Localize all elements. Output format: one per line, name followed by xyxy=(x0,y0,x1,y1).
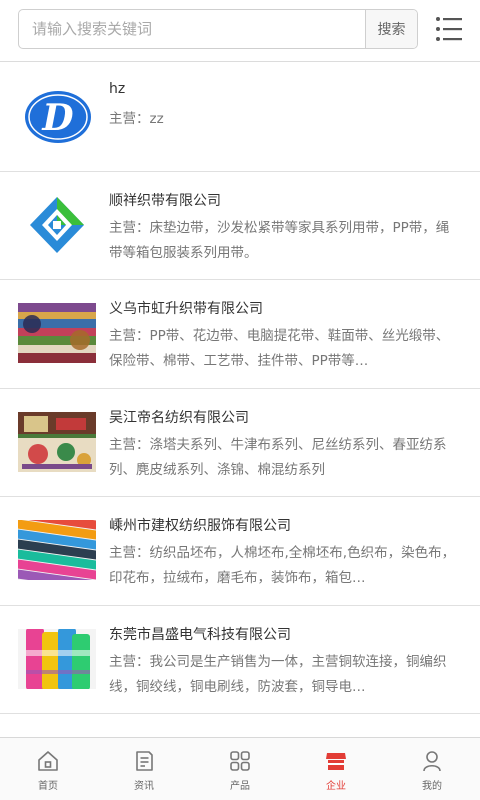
company-item[interactable]: D hz 主营：zz xyxy=(0,63,480,172)
nav-label: 产品 xyxy=(230,781,250,792)
news-icon xyxy=(136,751,153,771)
nav-label: 首页 xyxy=(38,781,58,792)
user-icon xyxy=(423,751,441,772)
store-icon xyxy=(326,753,346,770)
header: 搜索 xyxy=(0,0,480,62)
nav-news[interactable]: 资讯 xyxy=(96,738,192,800)
search-button[interactable]: 搜索 xyxy=(365,10,417,48)
company-photo xyxy=(18,303,96,363)
company-list: D hz 主营：zz 顺祥织带有限公司 主营：床垫边带，沙发松紧带等家具系列用带… xyxy=(0,63,480,714)
company-photo xyxy=(18,520,96,580)
company-name[interactable]: 嵊州市建权纺织服饰有限公司 xyxy=(109,515,291,535)
nav-label: 我的 xyxy=(422,781,442,792)
nav-home[interactable]: 首页 xyxy=(0,738,96,800)
nav-label: 企业 xyxy=(326,781,346,792)
svg-text:D: D xyxy=(41,97,73,139)
company-logo xyxy=(18,194,96,255)
search-input[interactable] xyxy=(19,10,366,48)
company-photo xyxy=(18,628,96,689)
nav-label: 资讯 xyxy=(134,781,154,792)
nav-companies[interactable]: 企业 xyxy=(288,738,384,800)
company-desc: 主营：PP带、花边带、电脑提花带、鞋面带、丝光缎带、保险带、棉带、工艺带、挂件带… xyxy=(109,328,450,369)
company-desc: 主营：我公司是生产销售为一体，主营铜软连接，铜编织线，铜绞线，铜电刷线，防波套，… xyxy=(109,653,447,695)
bottom-nav: 首页 资讯 产品 企业 我的 xyxy=(0,737,480,800)
search-box: 搜索 xyxy=(18,9,418,49)
nav-products[interactable]: 产品 xyxy=(192,738,288,800)
list-menu-icon[interactable] xyxy=(432,14,466,44)
company-name[interactable]: 顺祥织带有限公司 xyxy=(109,190,221,210)
home-icon xyxy=(38,751,58,771)
company-logo: D xyxy=(18,86,96,146)
company-name[interactable]: hz xyxy=(109,81,125,97)
company-desc: 主营：涤塔夫系列、牛津布系列、尼丝纺系列、春亚纺系列、麂皮绒系列、涤锦、棉混纺系… xyxy=(109,436,447,478)
grid-icon xyxy=(230,751,250,771)
company-desc: 主营：纺织品坯布，人棉坯布,全棉坯布,色织布，染色布，印花布，拉绒布，磨毛布，装… xyxy=(109,545,456,586)
company-desc: 主营：zz xyxy=(109,111,164,127)
company-photo xyxy=(18,411,96,472)
company-name[interactable]: 吴江帝名纺织有限公司 xyxy=(109,407,249,427)
company-item[interactable]: 顺祥织带有限公司 主营：床垫边带，沙发松紧带等家具系列用带，PP带，绳带等箱包服… xyxy=(0,171,480,280)
company-item[interactable]: 吴江帝名纺织有限公司 主营：涤塔夫系列、牛津布系列、尼丝纺系列、春亚纺系列、麂皮… xyxy=(0,388,480,497)
company-item[interactable]: 嵊州市建权纺织服饰有限公司 主营：纺织品坯布，人棉坯布,全棉坯布,色织布，染色布… xyxy=(0,497,480,606)
company-item[interactable]: 东莞市昌盛电气科技有限公司 主营：我公司是生产销售为一体，主营铜软连接，铜编织线… xyxy=(0,605,480,714)
company-desc: 主营：床垫边带，沙发松紧带等家具系列用带，PP带，绳带等箱包服装系列用带。 xyxy=(109,219,450,261)
company-item[interactable]: 义乌市虹升织带有限公司 主营：PP带、花边带、电脑提花带、鞋面带、丝光缎带、保险… xyxy=(0,280,480,389)
company-name[interactable]: 义乌市虹升织带有限公司 xyxy=(109,298,263,318)
company-name[interactable]: 东莞市昌盛电气科技有限公司 xyxy=(109,624,291,644)
nav-mine[interactable]: 我的 xyxy=(384,738,480,800)
